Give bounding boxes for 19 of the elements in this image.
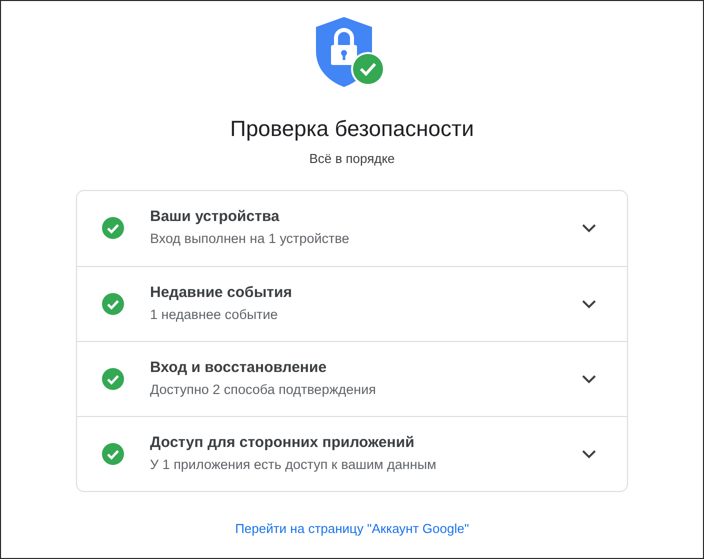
- checkup-row[interactable]: Ваши устройства Вход выполнен на 1 устройстве: [77, 190, 627, 266]
- row-title: Вход и восстановление: [150, 358, 328, 378]
- row-detail: Доступно 2 способа подтверждения: [150, 380, 376, 399]
- account-link[interactable]: Перейти на страницу "Аккаунт Google": [235, 520, 469, 536]
- check-circle-icon: [102, 217, 124, 239]
- row-title: Ваши устройства: [150, 207, 280, 227]
- check-circle-icon: [102, 368, 124, 390]
- check-circle-icon: [102, 442, 124, 464]
- row-detail: 1 недавнее событие: [150, 306, 279, 324]
- row-detail: Вход выполнен на 1 устройстве: [150, 230, 350, 248]
- checkup-row[interactable]: Недавние события 1 недавнее событие: [77, 266, 627, 340]
- check-circle-icon: [102, 292, 124, 314]
- row-title: Доступ для сторонних приложений: [150, 432, 416, 452]
- page-title: Проверка безопасности: [230, 115, 474, 143]
- checkup-row[interactable]: Доступ для сторонних приложений У 1 приложения есть доступ к вашим данным: [77, 416, 627, 490]
- row-detail: У 1 приложения есть доступ к вашим данным: [150, 456, 436, 474]
- status-subtitle: Всё в порядке: [309, 150, 395, 168]
- checkup-row[interactable]: Вход и восстановление Доступно 2 способа подтверждения: [77, 340, 627, 416]
- row-title: Недавние события: [150, 282, 292, 302]
